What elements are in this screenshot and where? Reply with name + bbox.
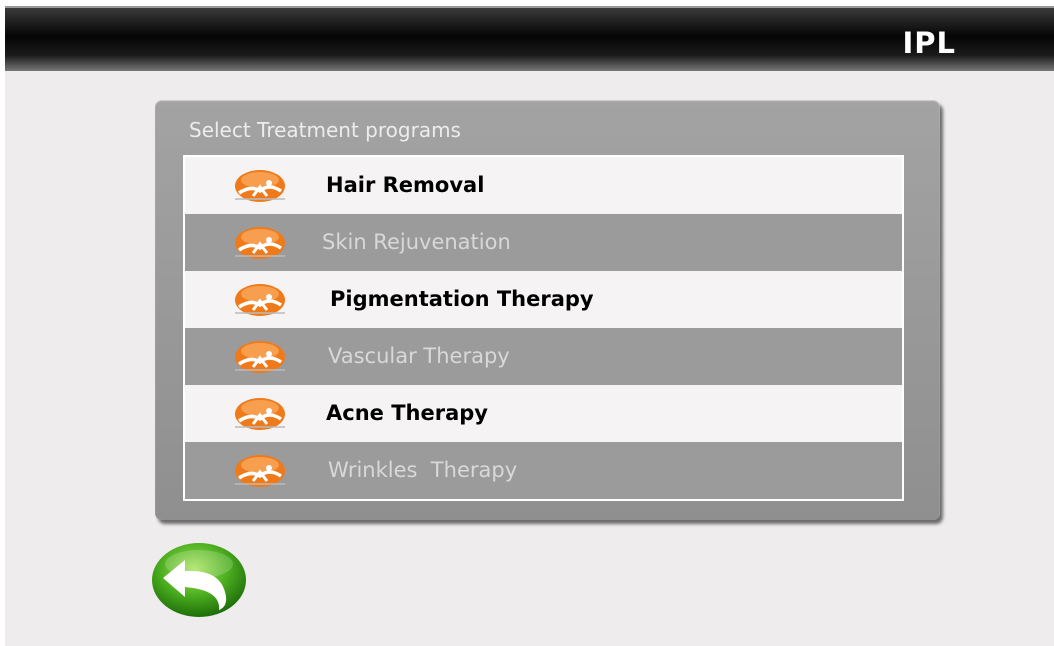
program-label: Skin Rejuvenation [322, 230, 511, 254]
app-title: IPL [902, 26, 956, 60]
back-arrow-icon [152, 543, 246, 617]
program-wrinkles-therapy[interactable]: Wrinkles Therapy [185, 442, 902, 499]
program-label: Acne Therapy [326, 401, 488, 425]
treatment-figure-icon [235, 455, 285, 487]
treatment-figure-icon [235, 398, 285, 430]
program-label: Vascular Therapy [328, 344, 510, 368]
screen: IPL Select Treatment programs Hair Remov… [5, 6, 1054, 646]
treatment-figure-icon [235, 284, 285, 316]
program-vascular-therapy[interactable]: Vascular Therapy [185, 328, 902, 385]
program-label: Hair Removal [326, 173, 485, 197]
treatment-figure-icon [235, 341, 285, 373]
panel-title: Select Treatment programs [189, 118, 461, 142]
program-pigmentation-therapy[interactable]: Pigmentation Therapy [185, 271, 902, 328]
program-acne-therapy[interactable]: Acne Therapy [185, 385, 902, 442]
title-bar: IPL [5, 6, 1054, 71]
back-button[interactable] [149, 540, 249, 620]
treatment-figure-icon [235, 227, 285, 259]
treatment-panel: Select Treatment programs Hair Removal S… [155, 100, 940, 520]
program-label: Pigmentation Therapy [330, 287, 594, 311]
program-hair-removal[interactable]: Hair Removal [185, 157, 902, 214]
program-list: Hair Removal Skin Rejuvenation Pigmentat… [183, 155, 904, 501]
program-label: Wrinkles Therapy [328, 458, 518, 482]
program-skin-rejuvenation[interactable]: Skin Rejuvenation [185, 214, 902, 271]
treatment-figure-icon [235, 170, 285, 202]
